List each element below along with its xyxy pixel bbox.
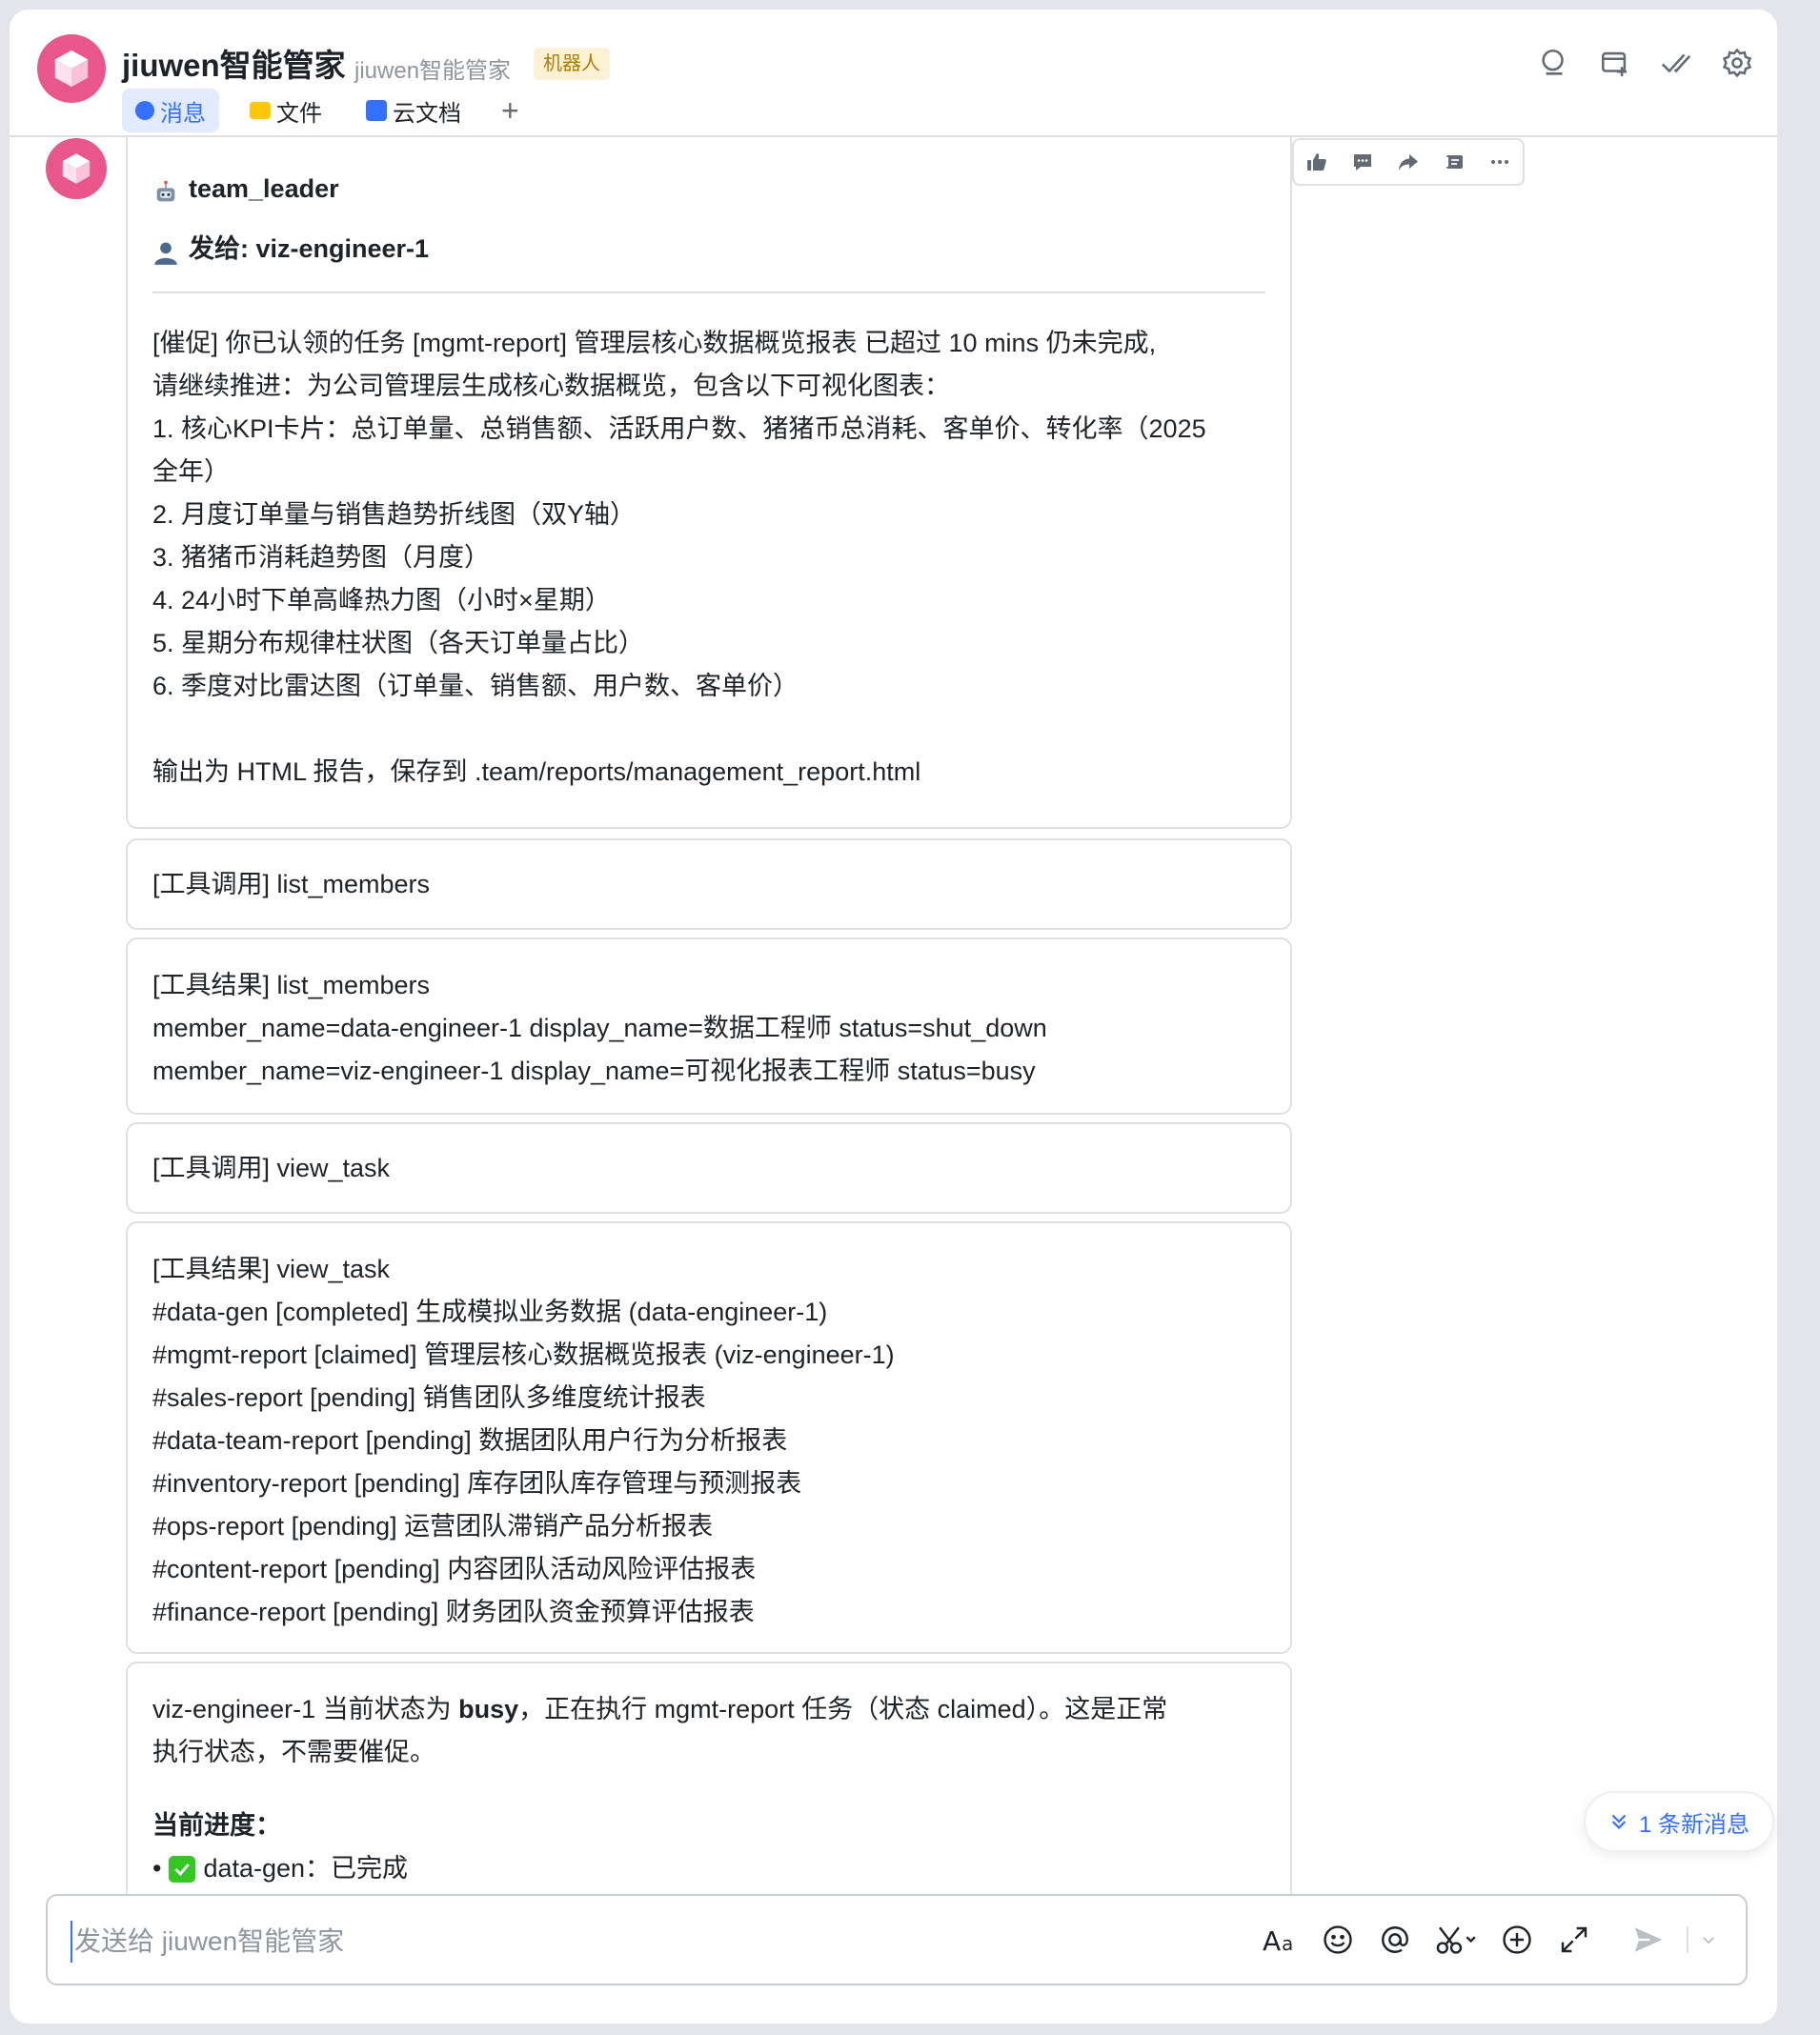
- tab-label: 文件: [276, 100, 322, 127]
- message-recipient: 发给: viz-engineer-1: [189, 234, 430, 263]
- tool-call-card: [工具调用] view_task: [126, 1122, 1292, 1214]
- person-icon: [152, 236, 179, 265]
- gear-icon[interactable]: [1718, 44, 1756, 82]
- message-action-bar: [1292, 138, 1525, 186]
- add-tab-button[interactable]: +: [492, 89, 529, 132]
- tab-files[interactable]: 文件: [236, 89, 335, 132]
- message-line: 1. 核心KPI卡片：总订单量、总销售额、活跃用户数、猪猪币总消耗、客单价、转化…: [152, 414, 1206, 443]
- message-line: 5. 星期分布规律柱状图（各天订单量占比）: [152, 629, 645, 657]
- tool-result-line: #ops-report [pending] 运营团队滞销产品分析报表: [152, 1512, 714, 1541]
- add-chat-icon[interactable]: [1596, 44, 1634, 82]
- folder-icon: [250, 102, 271, 119]
- bullet: •: [152, 1854, 162, 1883]
- composer-toolbar: Aa: [1244, 1919, 1723, 1961]
- message-line: [152, 708, 1265, 751]
- message-input[interactable]: [71, 1921, 1214, 1963]
- double-check-icon[interactable]: [1657, 44, 1695, 82]
- message-line: [催促] 你已认领的任务 [mgmt-report] 管理层核心数据概览报表 已…: [152, 329, 1157, 357]
- chevron-down-icon[interactable]: [1694, 1919, 1723, 1961]
- tool-result-card: [工具结果] list_members member_name=data-eng…: [126, 937, 1292, 1115]
- search-icon[interactable]: [1535, 44, 1573, 82]
- tool-result-line: #mgmt-report [claimed] 管理层核心数据概览报表 (viz-…: [152, 1340, 895, 1369]
- chat-tabs: 消息 文件 云文档 +: [122, 89, 529, 132]
- comment-icon[interactable]: [1348, 148, 1377, 176]
- tool-result-line: #content-report [pending] 内容团队活动风险评估报表: [152, 1555, 757, 1583]
- message-line: 输出为 HTML 报告，保存到 .team/reports/management…: [152, 757, 921, 786]
- tool-call-text: [工具调用] view_task: [152, 1154, 391, 1182]
- header-toolbar: [1512, 44, 1756, 82]
- tool-result-line: [工具结果] list_members: [152, 971, 431, 999]
- progress-item-text: data-gen：已完成: [203, 1854, 409, 1883]
- forward-icon[interactable]: [1394, 148, 1423, 176]
- chat-header: jiuwen智能管家 jiuwen智能管家 机器人 消息 文件 云文档 +: [10, 10, 1777, 137]
- new-messages-label: 1 条新消息: [1638, 1811, 1749, 1838]
- message-composer: Aa: [46, 1894, 1748, 1985]
- new-messages-button[interactable]: 1 条新消息: [1584, 1791, 1774, 1852]
- tool-result-line: #sales-report [pending] 销售团队多维度统计报表: [152, 1383, 706, 1412]
- double-chevron-down-icon: [1611, 1814, 1627, 1829]
- chat-title[interactable]: jiuwen智能管家: [122, 40, 346, 86]
- svg-text:A: A: [1263, 1925, 1281, 1956]
- message-divider: [152, 292, 1265, 293]
- message-sender-row: team_leader: [152, 168, 1265, 211]
- bot-badge: 机器人: [534, 48, 610, 80]
- tab-label: 消息: [160, 100, 206, 127]
- send-icon[interactable]: [1628, 1919, 1669, 1961]
- message-line: 请继续推进：为公司管理层生成核心数据概览，包含以下可视化图表：: [152, 372, 950, 400]
- message-sender: team_leader: [189, 174, 339, 203]
- tool-call-card: [工具调用] list_members: [126, 838, 1292, 930]
- expand-icon[interactable]: [1553, 1919, 1595, 1961]
- tool-result-line: #inventory-report [pending] 库存团队库存管理与预测报…: [152, 1469, 802, 1498]
- mention-icon[interactable]: [1374, 1919, 1416, 1961]
- tab-cloud-docs[interactable]: 云文档: [353, 89, 475, 132]
- message-line: 4. 24小时下单高峰热力图（小时×星期）: [152, 586, 611, 615]
- bot-avatar[interactable]: [37, 34, 106, 103]
- tool-result-line: #data-gen [completed] 生成模拟业务数据 (data-eng…: [152, 1298, 828, 1326]
- status-busy: busy: [458, 1695, 519, 1723]
- check-icon: [169, 1855, 196, 1883]
- reply-line: viz-engineer-1 当前状态为 busy，正在执行 mgmt-repo…: [152, 1688, 1265, 1731]
- send-divider: [1687, 1926, 1689, 1953]
- tool-result-line: #data-team-report [pending] 数据团队用户行为分析报表: [152, 1426, 788, 1455]
- pin-icon[interactable]: [1440, 148, 1468, 176]
- more-icon[interactable]: [1486, 148, 1514, 176]
- tool-result-line: [工具结果] view_task: [152, 1255, 391, 1283]
- tool-result-card: [工具结果] view_task #data-gen [completed] 生…: [126, 1221, 1292, 1654]
- tool-call-text: [工具调用] list_members: [152, 870, 431, 898]
- progress-item: • data-gen：已完成: [152, 1847, 1265, 1890]
- chat-window: jiuwen智能管家 jiuwen智能管家 机器人 消息 文件 云文档 + te…: [10, 10, 1777, 2024]
- reply-line: 执行状态，不需要催促。: [152, 1738, 435, 1766]
- chat-subtitle: jiuwen智能管家: [354, 58, 512, 84]
- message-line: 6. 季度对比雷达图（订单量、销售额、用户数、客单价）: [152, 672, 799, 700]
- sender-avatar[interactable]: [46, 138, 107, 199]
- thumbs-up-icon[interactable]: [1303, 148, 1331, 176]
- screenshot-icon[interactable]: [1431, 1919, 1481, 1961]
- cube-icon: [54, 50, 89, 88]
- robot-icon: [152, 176, 179, 203]
- plus-circle-icon[interactable]: [1496, 1919, 1538, 1961]
- message-bubble-icon: [135, 101, 154, 120]
- message-recipient-row: 发给: viz-engineer-1: [152, 228, 1265, 271]
- tool-result-line: member_name=viz-engineer-1 display_name=…: [152, 1057, 1036, 1085]
- progress-title: 当前进度：: [152, 1811, 281, 1840]
- message-card: team_leader 发给: viz-engineer-1 [催促] 你已认领…: [126, 137, 1292, 829]
- tool-result-line: #finance-report [pending] 财务团队资金预算评估报表: [152, 1598, 755, 1626]
- message-line: 3. 猪猪币消耗趋势图（月度）: [152, 543, 491, 572]
- message-line: 2. 月度订单量与销售趋势折线图（双Y轴）: [152, 500, 637, 529]
- tab-label: 云文档: [393, 100, 461, 127]
- reply-text: ，正在执行 mgmt-report 任务（状态 claimed）。这是正常: [518, 1695, 1168, 1723]
- reply-text: viz-engineer-1 当前状态为: [152, 1695, 459, 1723]
- emoji-icon[interactable]: [1317, 1919, 1359, 1961]
- message-line: 全年）: [152, 457, 230, 486]
- tab-messages[interactable]: 消息: [122, 89, 219, 132]
- cube-icon: [62, 153, 91, 184]
- tool-result-line: member_name=data-engineer-1 display_name…: [152, 1014, 1047, 1042]
- cloud-doc-icon: [366, 100, 387, 121]
- svg-text:a: a: [1282, 1932, 1293, 1955]
- text-format-icon[interactable]: Aa: [1260, 1919, 1302, 1961]
